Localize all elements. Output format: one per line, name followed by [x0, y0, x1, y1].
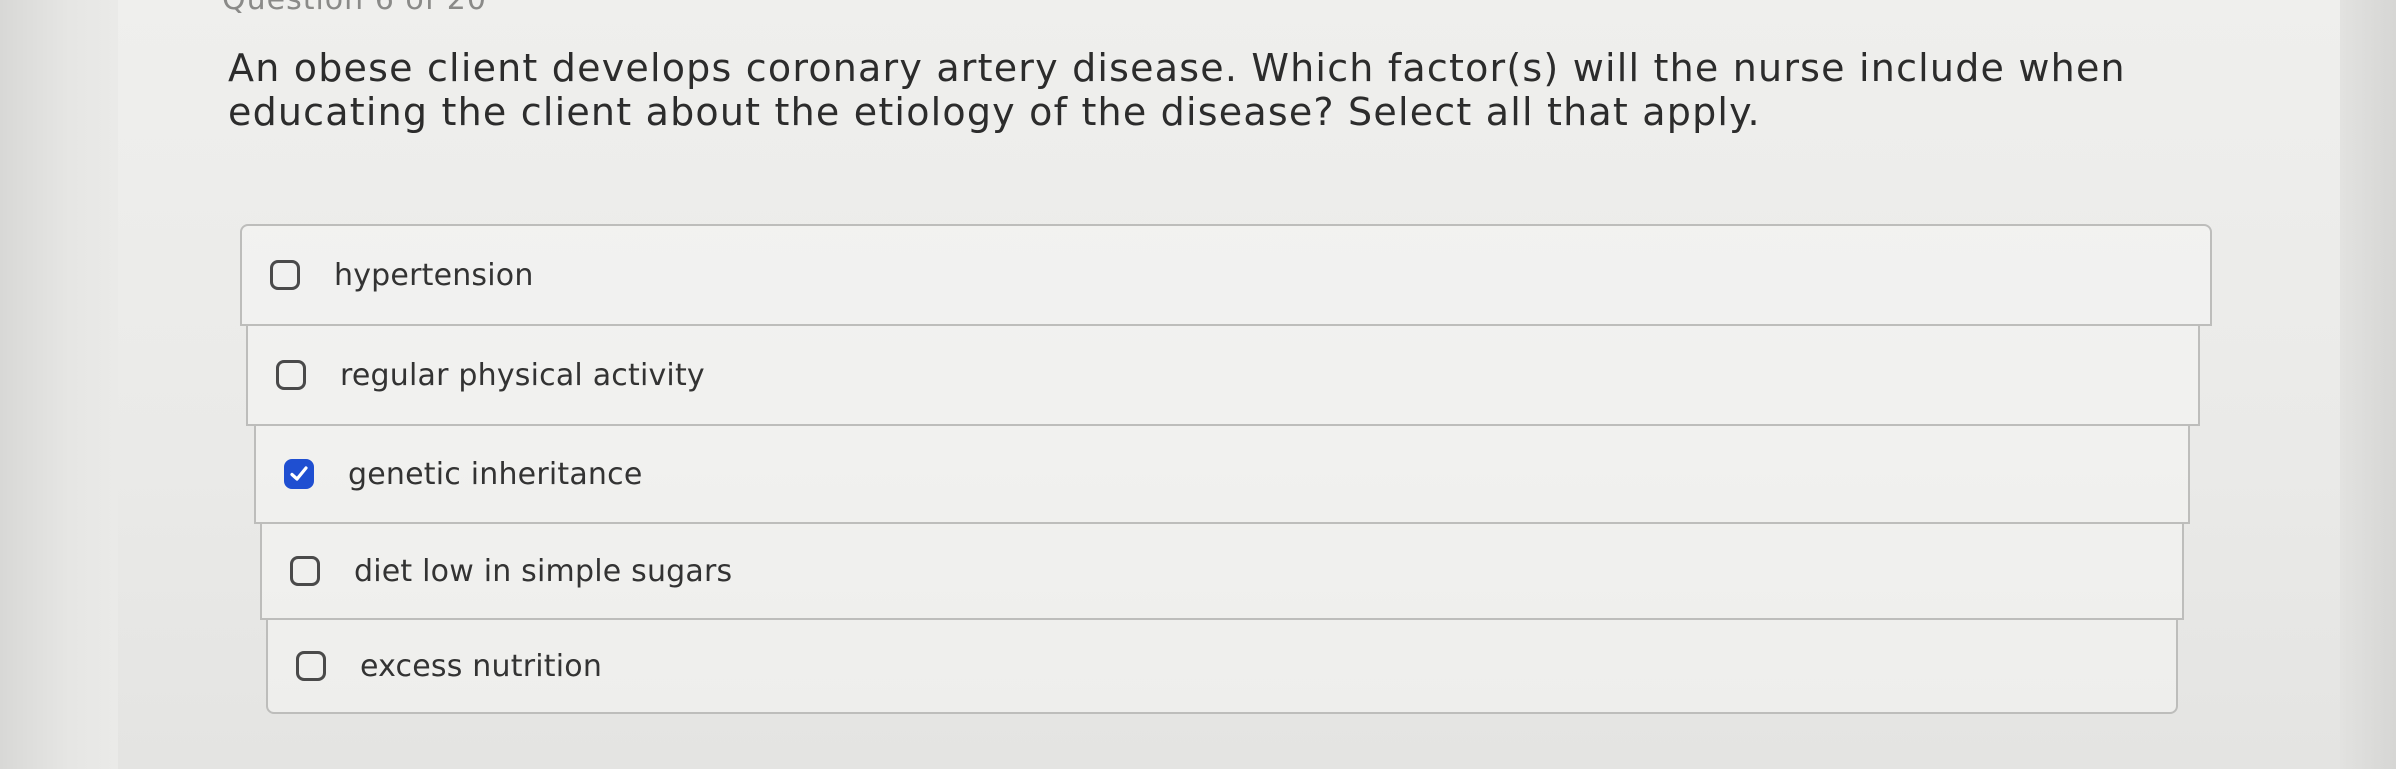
answer-option-excess-nutrition[interactable]: excess nutrition — [266, 618, 2178, 714]
option-label: regular physical activity — [340, 357, 705, 393]
checkbox[interactable] — [270, 260, 300, 290]
answer-option-hypertension[interactable]: hypertension — [240, 224, 2212, 326]
option-label: diet low in simple sugars — [354, 553, 733, 589]
checkbox[interactable] — [276, 360, 306, 390]
answer-option-diet-low-in-simple-sugars[interactable]: diet low in simple sugars — [260, 522, 2184, 620]
answer-option-genetic-inheritance[interactable]: genetic inheritance — [254, 424, 2190, 524]
question-counter: Question 6 of 20 — [222, 0, 487, 17]
option-label: hypertension — [334, 257, 534, 293]
checkbox[interactable] — [290, 556, 320, 586]
question-text: An obese client develops coronary artery… — [228, 46, 2126, 134]
checkbox[interactable] — [296, 651, 326, 681]
answer-option-regular-physical-activity[interactable]: regular physical activity — [246, 324, 2200, 426]
option-label: excess nutrition — [360, 648, 603, 684]
checkbox-checked[interactable] — [284, 459, 314, 489]
check-icon — [290, 466, 308, 481]
option-label: genetic inheritance — [348, 456, 643, 492]
